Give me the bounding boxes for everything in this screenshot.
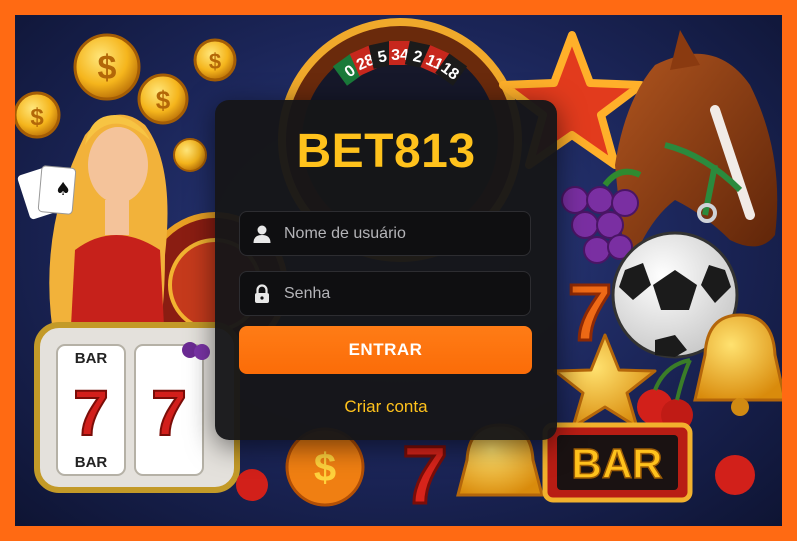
gold-coin-icon: $ bbox=[193, 38, 237, 82]
casino-woman-icon: ♠ bbox=[17, 114, 168, 355]
create-account-link[interactable]: Criar conta bbox=[215, 397, 557, 417]
lucky-seven-icon: 7 bbox=[401, 429, 450, 523]
username-input[interactable] bbox=[284, 212, 520, 255]
login-button[interactable]: ENTRAR bbox=[239, 326, 532, 374]
svg-text:$: $ bbox=[209, 49, 221, 74]
svg-text:BAR: BAR bbox=[572, 440, 663, 487]
svg-text:7: 7 bbox=[73, 377, 109, 449]
gold-coin-icon: $ bbox=[137, 73, 189, 125]
svg-text:$: $ bbox=[30, 104, 44, 131]
password-field[interactable] bbox=[239, 271, 531, 316]
login-card: BET813 ENTRAR Criar conta bbox=[215, 100, 557, 440]
svg-text:$: $ bbox=[314, 446, 336, 490]
svg-text:$: $ bbox=[98, 49, 117, 87]
password-input[interactable] bbox=[284, 272, 520, 315]
user-icon bbox=[253, 225, 271, 243]
gold-coin-icon bbox=[173, 138, 207, 172]
horse-head-icon bbox=[615, 30, 778, 265]
lock-icon bbox=[255, 284, 269, 303]
svg-text:♠: ♠ bbox=[55, 179, 71, 200]
svg-text:BAR: BAR bbox=[75, 454, 108, 471]
svg-text:7: 7 bbox=[151, 377, 187, 449]
slot-machine-icon: BAR 7 7 BAR bbox=[34, 322, 240, 493]
svg-text:7: 7 bbox=[402, 430, 448, 521]
casino-background: $ $ $ $ 0 28 5 34 2 11 18 ♠ BAR 7 7 BAR … bbox=[15, 15, 782, 526]
svg-text:$: $ bbox=[156, 85, 171, 115]
bar-sign-icon: BAR bbox=[542, 422, 693, 503]
gold-coin-icon: $ bbox=[285, 427, 365, 507]
svg-text:BAR: BAR bbox=[75, 350, 108, 367]
playing-cards-icon: ♠ bbox=[17, 165, 77, 220]
brand-logo: BET813 bbox=[296, 125, 476, 178]
gold-coin-icon: $ bbox=[15, 91, 61, 139]
gold-coin-icon: $ bbox=[73, 33, 141, 101]
username-field[interactable] bbox=[239, 211, 531, 256]
